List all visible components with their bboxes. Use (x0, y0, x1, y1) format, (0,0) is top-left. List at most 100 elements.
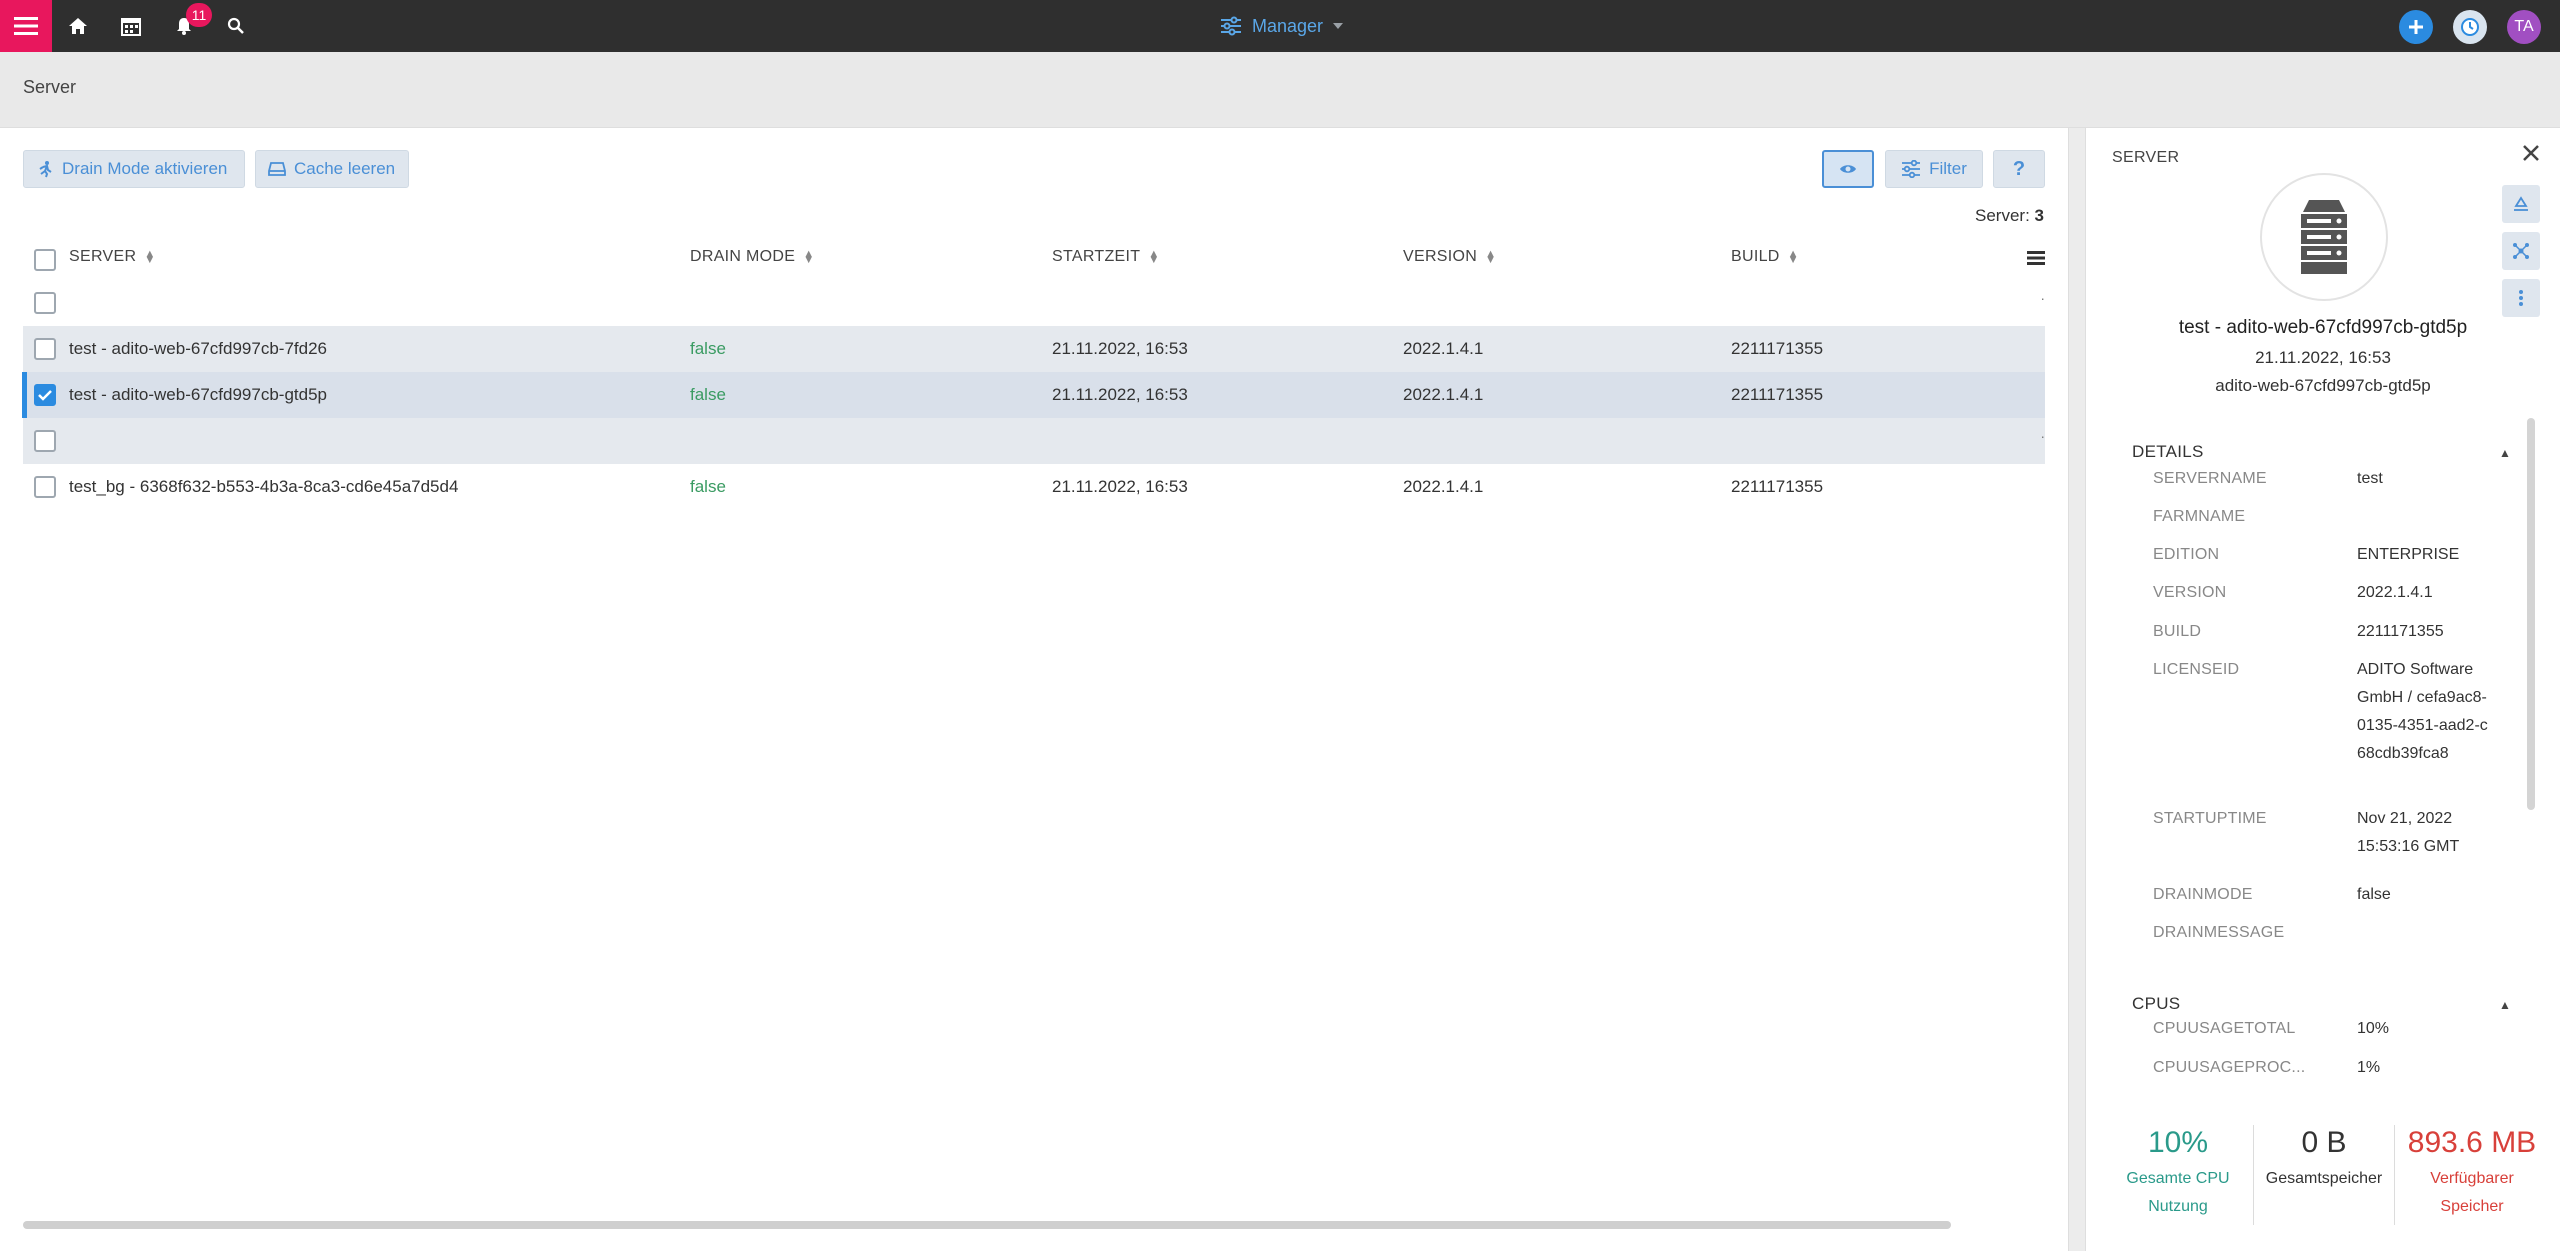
row-checkbox[interactable] (34, 476, 56, 498)
detail-key-farmname: FARMNAME (2153, 508, 2246, 525)
filter-button[interactable]: Filter (1885, 150, 1983, 188)
more-vertical-icon (2519, 290, 2523, 306)
stat-cpu-usage: 10% Gesamte CPU Nutzung (2096, 1125, 2260, 1221)
collapse-details-button[interactable]: ▲ (2499, 446, 2511, 460)
cell-version: 2022.1.4.1 (1403, 385, 1484, 404)
stat-value: 10% (2147, 1126, 2209, 1159)
cpu-value-total: 10% (2357, 1020, 2390, 1037)
table-row-selected[interactable]: test - adito-web-67cfd997cb-gtd5p false … (22, 372, 2045, 418)
row-checkbox[interactable] (34, 338, 56, 360)
panel-vertical-scrollbar[interactable] (2527, 418, 2535, 810)
detail-value-build: 2211171355 (2357, 623, 2444, 640)
stat-divider (2253, 1125, 2254, 1225)
row-checkbox[interactable] (34, 292, 56, 314)
server-start-date: 21.11.2022, 16:53 (2255, 348, 2391, 367)
detail-key-drainmessage: DRAINMESSAGE (2153, 924, 2285, 941)
cell-server: test - adito-web-67cfd997cb-7fd26 (69, 339, 327, 358)
add-button[interactable] (2399, 10, 2433, 44)
cell-drain-mode: false (690, 477, 726, 496)
column-header-drain-mode[interactable]: DRAIN MODE ▲ ▼ (690, 248, 814, 266)
server-count-value: 3 (2034, 206, 2044, 225)
panel-resize-handle[interactable] (2068, 128, 2086, 1251)
detail-value-servername: test (2357, 470, 2383, 487)
column-header-build[interactable]: BUILD ▲ ▼ (1731, 248, 1799, 266)
page-title: Server (23, 77, 77, 97)
server-count: Server: 3 (1975, 206, 2044, 226)
stat-value: 0 B (2301, 1126, 2347, 1159)
sort-icon: ▲ ▼ (1485, 248, 1497, 266)
eye-icon (1840, 165, 1856, 173)
detail-key-build: BUILD (2153, 623, 2202, 640)
table-row-empty[interactable]: · (23, 418, 2045, 464)
cell-drain-mode: false (690, 339, 726, 358)
view-toggle-button[interactable] (1822, 150, 1874, 188)
detail-value-edition: ENTERPRISE (2357, 546, 2460, 563)
row-checkbox-checked[interactable] (34, 384, 56, 406)
drain-mode-button[interactable]: Drain Mode aktivieren (23, 150, 245, 188)
clear-cache-label: Cache leeren (294, 159, 396, 178)
home-icon (69, 18, 87, 34)
table-row-empty[interactable]: · (23, 280, 2045, 326)
server-name: test - adito-web-67cfd997cb-gtd5p (2178, 317, 2468, 338)
column-header-version[interactable]: VERSION ▲ ▼ (1403, 248, 1496, 266)
cell-startzeit: 21.11.2022, 16:53 (1052, 339, 1188, 358)
cpu-key-process: CPUUSAGEPROC... (2153, 1059, 2306, 1076)
stat-divider (2394, 1125, 2395, 1225)
horizontal-scrollbar[interactable] (23, 1221, 1951, 1229)
search-button[interactable] (224, 14, 248, 38)
detail-value-version: 2022.1.4.1 (2357, 584, 2433, 601)
network-button[interactable] (2502, 232, 2540, 270)
caret-down-icon (1333, 23, 1344, 29)
running-person-icon (39, 161, 52, 178)
recycle-icon (2514, 196, 2528, 211)
server-host: adito-web-67cfd997cb-gtd5p (2215, 376, 2431, 395)
panel-title: SERVER (2112, 149, 2180, 166)
recycle-button[interactable] (2502, 185, 2540, 223)
detail-key-startuptime: STARTUPTIME (2153, 810, 2267, 827)
stat-value: 893.6 MB (2407, 1126, 2537, 1159)
plus-icon (2409, 20, 2423, 34)
column-settings-button[interactable] (2027, 250, 2045, 271)
cell-startzeit: 21.11.2022, 16:53 (1052, 477, 1188, 496)
details-section-title: DETAILS (2132, 442, 2204, 461)
history-button[interactable] (2453, 10, 2487, 44)
row-checkbox[interactable] (34, 430, 56, 452)
detail-value-licenseid: ADITO Software GmbH / cefa9ac8-0135-4351… (2357, 661, 2488, 762)
cell-server: test_bg - 6368f632-b553-4b3a-8ca3-cd6e45… (69, 477, 459, 496)
hamburger-menu-button[interactable] (0, 0, 52, 52)
main-content: Drain Mode aktivieren Cache leeren Filte… (0, 128, 2068, 1251)
close-panel-button[interactable] (2522, 144, 2540, 167)
detail-panel: SERVER test - adito-web-67cfd997cb-gtd5p… (2086, 128, 2560, 1251)
more-options-button[interactable] (2502, 279, 2540, 317)
module-switcher[interactable]: Manager (1220, 12, 1344, 40)
hamburger-icon (14, 17, 38, 35)
cell-build: 2211171355 (1731, 477, 1824, 496)
collapse-cpus-button[interactable]: ▲ (2499, 998, 2511, 1012)
help-button[interactable]: ? (1993, 150, 2045, 188)
home-button[interactable] (66, 14, 90, 38)
cell-server: test - adito-web-67cfd997cb-gtd5p (69, 385, 327, 404)
table-row[interactable]: test - adito-web-67cfd997cb-7fd26 false … (23, 326, 2045, 372)
clear-cache-button[interactable]: Cache leeren (255, 150, 409, 188)
sliders-icon (1221, 16, 1241, 36)
stat-available-memory: 893.6 MB Verfügbarer Speicher (2396, 1125, 2548, 1221)
cell-build: 2211171355 (1731, 339, 1824, 358)
table-row[interactable]: test_bg - 6368f632-b553-4b3a-8ca3-cd6e45… (23, 464, 2045, 510)
title-bar: Server (0, 52, 2560, 128)
table-header: SERVER ▲ ▼ DRAIN MODE ▲ ▼ STARTZEIT ▲ ▼ VER… (23, 238, 2045, 278)
stat-label: Verfügbarer Speicher (2430, 1170, 2514, 1215)
cell-startzeit: 21.11.2022, 16:53 (1052, 385, 1188, 404)
top-bar: 11 Manager TA (0, 0, 2560, 52)
select-all-checkbox[interactable] (34, 249, 56, 271)
sort-icon: ▲ ▼ (144, 248, 156, 266)
column-header-startzeit[interactable]: STARTZEIT ▲ ▼ (1052, 248, 1160, 266)
user-avatar[interactable]: TA (2507, 10, 2541, 44)
stat-label: Gesamte CPU Nutzung (2126, 1170, 2230, 1215)
server-image (2260, 173, 2388, 301)
drain-mode-label: Drain Mode aktivieren (62, 159, 228, 178)
close-icon (2523, 145, 2539, 161)
calendar-button[interactable] (119, 14, 143, 38)
detail-key-servername: SERVERNAME (2153, 470, 2267, 487)
column-header-server[interactable]: SERVER ▲ ▼ (69, 248, 156, 266)
cell-version: 2022.1.4.1 (1403, 339, 1484, 358)
